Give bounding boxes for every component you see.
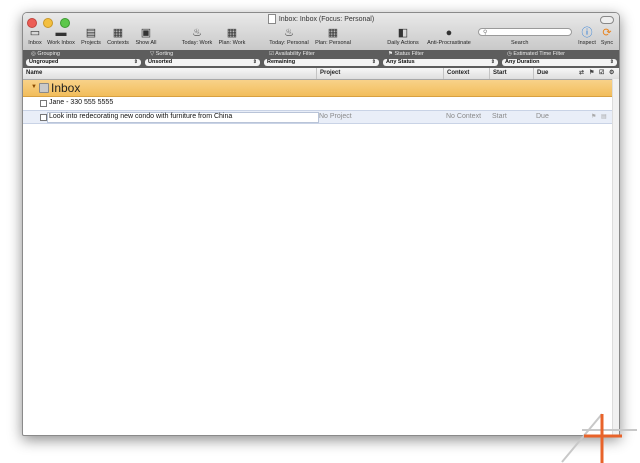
task-context[interactable]: No Context [446,111,481,123]
toolbar-sync-button[interactable]: ⟳ Sync [598,26,616,46]
window-title-bar: Inbox: Inbox (Focus: Personal) [23,14,619,24]
column-header-project[interactable]: Project [316,68,443,79]
sorting-title: ▽ Sorting [150,51,174,57]
toolbar-contexts-button[interactable]: ▦ Contexts [105,26,131,46]
flag-column-icon[interactable]: ⚑ [589,69,594,76]
toolbar-inspect-button[interactable]: ⓘ Inspect [576,26,598,46]
task-start[interactable]: Start [492,111,507,123]
repeat-icon[interactable]: ⇄ [579,69,584,76]
view-filter-bar: ◎ Grouping Ungrouped ⇕ ▽ Sorting Unsorte… [23,50,619,68]
sorting-filter: ▽ Sorting Unsorted ⇕ [142,50,261,68]
grouping-filter: ◎ Grouping Ungrouped ⇕ [23,50,142,68]
toolbar-projects-label: Projects [81,40,101,46]
toolbar-inbox-label: Inbox [28,40,42,46]
column-header-start[interactable]: Start [489,68,533,79]
toolbar-toggle-button[interactable] [600,16,614,24]
task-project[interactable]: No Project [319,111,352,123]
toolbar-projects-button[interactable]: ▤ Projects [79,26,103,46]
projects-icon: ▤ [85,27,97,39]
disclosure-triangle-icon[interactable]: ▼ [31,84,37,90]
task-row[interactable]: Jane - 330 555 5555 [23,97,619,109]
grouping-select[interactable]: Ungrouped ⇕ [26,59,141,66]
toolbar-plan-personal-button[interactable]: ▦ Plan: Personal [313,26,353,46]
inbox-tray-icon: ▬ [55,27,67,39]
inbox-tray-icon: ▭ [29,27,41,39]
toolbar-plan-work-label: Plan: Work [218,40,246,46]
sorting-select[interactable]: Unsorted ⇕ [145,59,260,66]
info-icon: ⓘ [581,27,593,39]
inbox-tray-icon [39,83,49,93]
column-header-name[interactable]: Name [23,68,316,79]
toolbar-daily-actions-label: Daily Actions [387,40,419,46]
contexts-icon: ▦ [112,27,124,39]
toolbar-plan-personal-label: Plan: Personal [315,40,351,46]
scrollbar[interactable] [612,79,619,435]
status-select[interactable]: Any Status ⇕ [383,59,498,66]
task-checkbox[interactable] [40,114,47,121]
toolbar-work-inbox-label: Work Inbox [47,40,75,46]
flag-icon[interactable]: ⚑ [591,111,596,123]
toolbar-show-all-label: Show All [135,40,157,46]
column-header-due[interactable]: Due [533,68,577,79]
duration-select[interactable]: Any Duration ⇕ [502,59,617,66]
availability-filter: ☑ Availability Filter Remaining ⇕ [261,50,380,68]
column-header-context[interactable]: Context [443,68,489,79]
toolbar-today-personal-button[interactable]: ♨ Today: Personal [267,26,311,46]
checkbox-column-icon[interactable]: ☑ [599,69,604,76]
task-name[interactable]: Jane - 330 555 5555 [49,97,113,109]
toolbar-sync-label: Sync [600,40,614,46]
toolbar-anti-procrastinate-label: Anti-Procrastinate [427,40,471,46]
toolbar-today-work-button[interactable]: ♨ Today: Work [180,26,214,46]
bomb-icon: ● [445,27,453,39]
toolbar-inbox-button[interactable]: ▭ Inbox [25,26,45,46]
grouping-title: ◎ Grouping [31,51,60,57]
toolbar-today-personal-label: Today: Personal [269,40,309,46]
toolbar-today-work-label: Today: Work [181,40,213,46]
flame-icon: ♨ [192,27,202,39]
task-checkbox[interactable] [40,100,47,107]
availability-select[interactable]: Remaining ⇕ [264,59,379,66]
document-icon [267,14,276,24]
select-arrows-icon: ⇕ [609,59,614,65]
toolbar-work-inbox-button[interactable]: ▬ Work Inbox [45,26,77,46]
mug-icon: ◧ [397,27,409,39]
calendar-icon: ▦ [226,27,238,39]
select-arrows-icon: ⇕ [252,59,257,65]
task-row-selected[interactable]: Look into redecorating new condo with fu… [23,110,619,124]
search-icon: ⚲ [483,30,488,36]
search-label: Search [511,40,529,46]
task-due[interactable]: Due [536,111,549,123]
availability-title: ☑ Availability Filter [269,51,315,57]
flame-icon: ♨ [284,27,294,39]
calendar-icon: ▦ [327,27,339,39]
sync-icon: ⟳ [602,27,612,39]
task-name[interactable]: Look into redecorating new condo with fu… [49,111,232,123]
watermark-logo [561,413,637,463]
toolbar-plan-work-button[interactable]: ▦ Plan: Work [217,26,247,46]
inbox-group-label: Inbox [51,81,81,95]
select-arrows-icon: ⇕ [371,59,376,65]
show-all-icon: ▣ [140,27,152,39]
window-title: Inbox: Inbox (Focus: Personal) [278,15,375,23]
search-input[interactable]: ⚲ [478,28,572,36]
app-window: Inbox: Inbox (Focus: Personal) ▭ Inbox ▬… [22,12,620,436]
duration-filter: ◷ Estimated Time Filter Any Duration ⇕ [499,50,619,68]
select-arrows-icon: ⇕ [490,59,495,65]
toolbar-contexts-label: Contexts [107,40,129,46]
status-filter: ⚑ Status Filter Any Status ⇕ [380,50,499,68]
inbox-group-row[interactable]: ▼ Inbox [23,80,619,97]
toolbar-inspect-label: Inspect [578,40,596,46]
column-settings-icon[interactable]: ⚙ [609,69,614,76]
toolbar-daily-actions-button[interactable]: ◧ Daily Actions [384,26,422,46]
select-arrows-icon: ⇕ [133,59,138,65]
toolbar-anti-procrastinate-button[interactable]: ● Anti-Procrastinate [424,26,474,46]
toolbar: Inbox: Inbox (Focus: Personal) ▭ Inbox ▬… [23,13,619,51]
column-header-row: Name Project Context Start Due ⇄ ⚑ ☑ ⚙ [23,68,619,80]
toolbar-show-all-button[interactable]: ▣ Show All [133,26,159,46]
status-title: ⚑ Status Filter [388,51,424,57]
note-icon[interactable]: ▤ [601,111,607,123]
duration-title: ◷ Estimated Time Filter [507,51,565,57]
